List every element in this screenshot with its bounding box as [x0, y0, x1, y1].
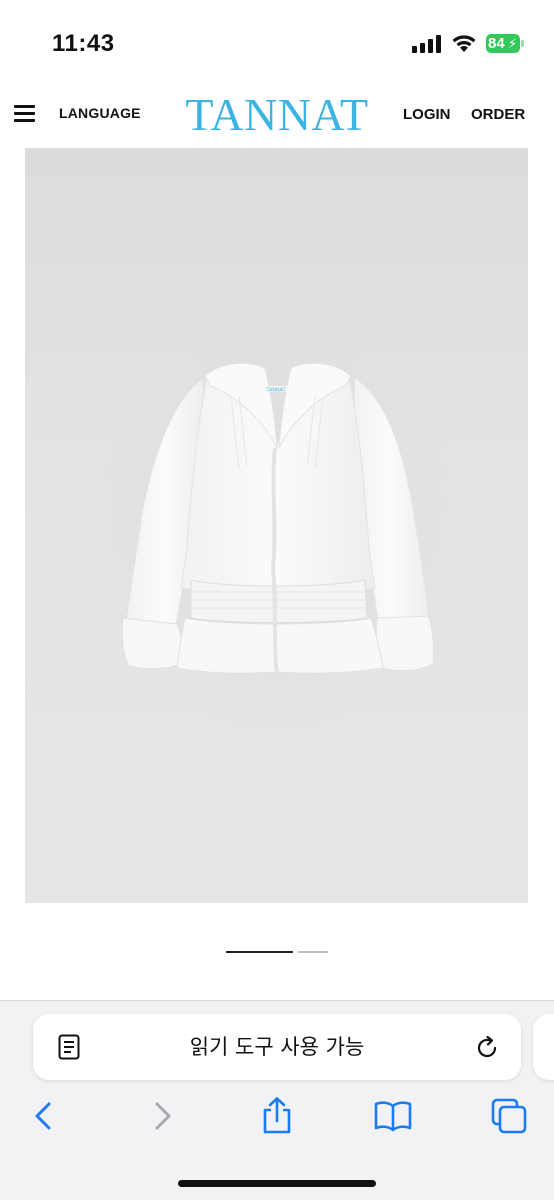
language-link[interactable]: LANGUAGE [59, 105, 141, 121]
open-book-icon[interactable] [373, 1096, 413, 1136]
battery-cap [521, 40, 524, 47]
slide-indicator[interactable] [298, 951, 328, 953]
cellular-signal-icon [412, 35, 441, 53]
reader-page-icon[interactable] [58, 1034, 80, 1060]
chevron-right-icon[interactable] [143, 1096, 183, 1136]
order-link[interactable]: ORDER [471, 106, 525, 123]
hamburger-menu-icon[interactable] [14, 105, 35, 123]
login-link[interactable]: LOGIN [403, 106, 451, 123]
slide-indicator-active[interactable] [226, 951, 293, 953]
battery-level: 84 [488, 35, 505, 52]
status-time: 11:43 [52, 30, 115, 57]
share-icon[interactable] [257, 1096, 297, 1136]
browser-bottom-bar: 읽기 도구 사용 가능 [0, 1000, 554, 1200]
white-ruffle-blouse-illustration: TANNAT [87, 328, 467, 728]
next-tab-pill[interactable] [533, 1014, 554, 1080]
reload-icon[interactable] [474, 1035, 500, 1061]
charging-bolt-icon: ⚡ [508, 36, 518, 51]
brand-logo[interactable]: TANNAT [182, 90, 372, 140]
browser-toolbar [0, 1096, 554, 1146]
status-bar: 11:43 84 ⚡ [0, 0, 554, 80]
battery-indicator: 84 ⚡ [486, 34, 524, 53]
garment-neck-tag: TANNAT [266, 388, 285, 394]
address-text[interactable]: 읽기 도구 사용 가능 [103, 1034, 451, 1060]
battery-body: 84 ⚡ [486, 34, 520, 53]
chevron-left-icon[interactable] [25, 1096, 65, 1136]
site-header: LANGUAGE TANNAT LOGIN ORDER [0, 88, 554, 142]
address-bar[interactable]: 읽기 도구 사용 가능 [33, 1014, 521, 1080]
image-slider-indicator [226, 951, 336, 955]
home-indicator[interactable] [178, 1180, 376, 1187]
tabs-icon[interactable] [489, 1096, 529, 1136]
wifi-icon [452, 35, 476, 52]
product-image[interactable]: TANNAT [25, 148, 528, 903]
